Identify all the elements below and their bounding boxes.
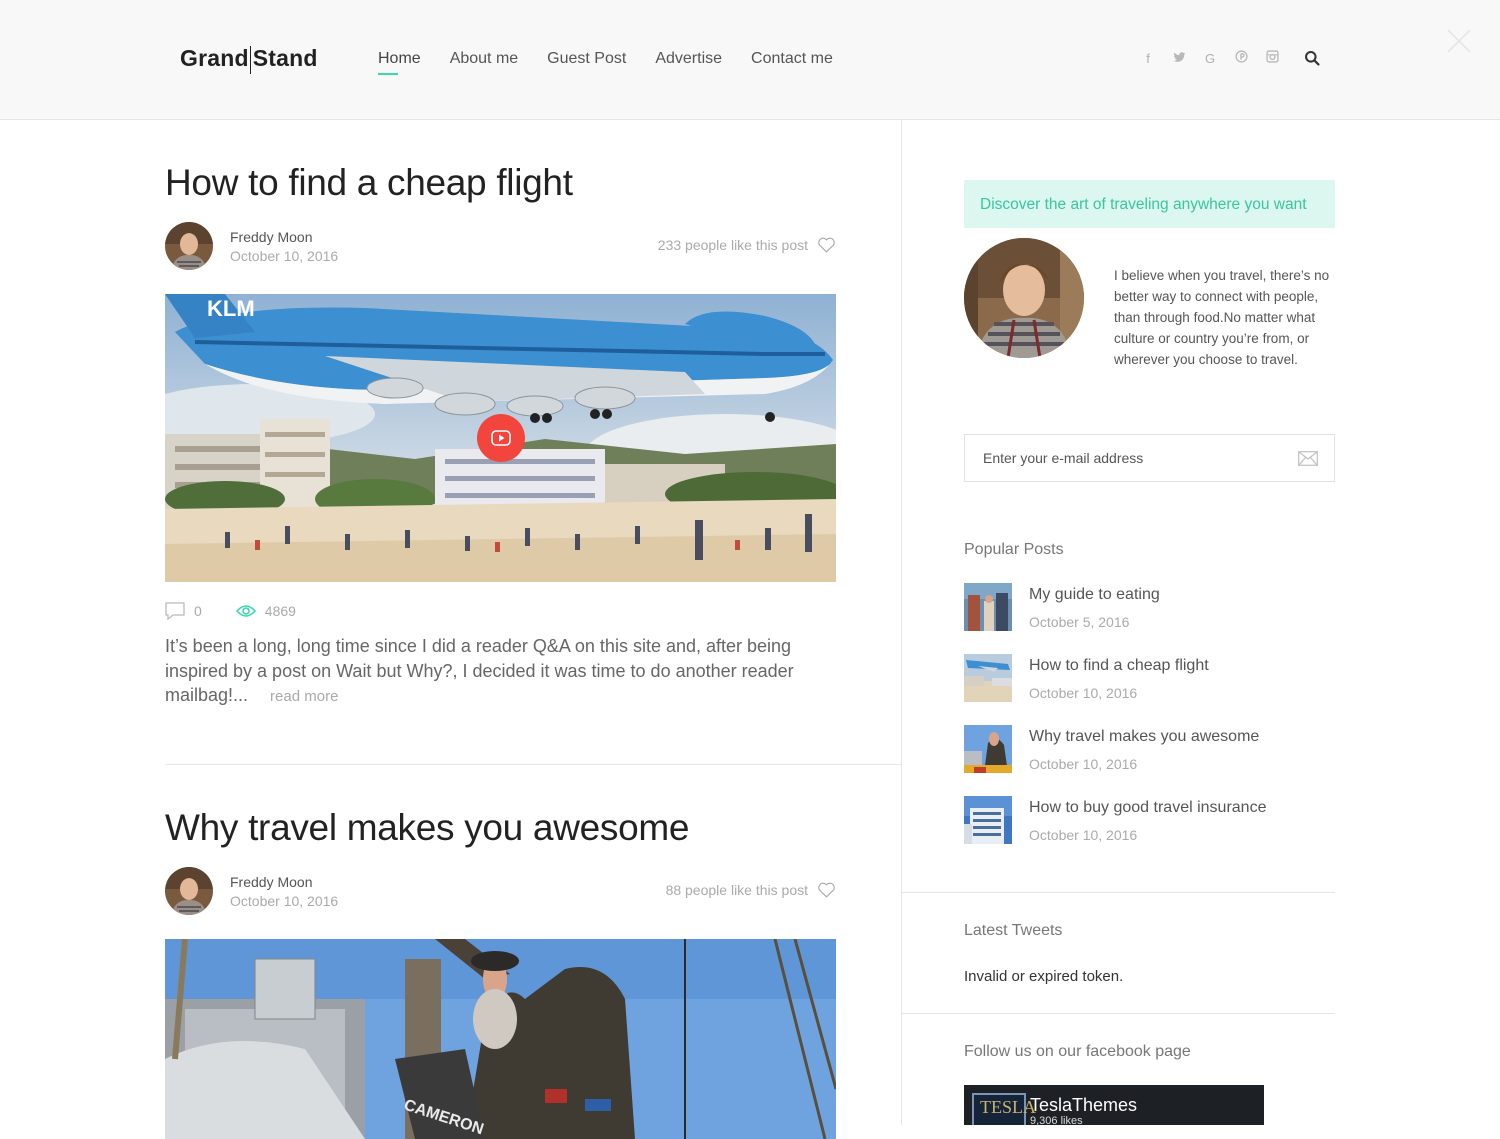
popular-post-date: October 10, 2016: [1029, 756, 1138, 772]
popular-post-date: October 10, 2016: [1029, 827, 1138, 843]
latest-tweets-title: Latest Tweets: [964, 922, 1063, 939]
instagram-icon[interactable]: [1264, 50, 1280, 66]
about-widget: I believe when you travel, there’s no be…: [964, 238, 1335, 408]
post-card: How to find a cheap flight Freddy Moon O…: [165, 162, 836, 710]
pinterest-icon[interactable]: [1233, 50, 1249, 66]
logo-part-1: Grand: [180, 44, 249, 71]
twitter-icon[interactable]: [1171, 51, 1187, 66]
logo-divider: [249, 46, 251, 74]
views-count: 4869: [264, 603, 296, 619]
likes-counter[interactable]: 233 people like this post: [658, 236, 836, 253]
post-date: October 10, 2016: [230, 893, 339, 909]
popular-post-title[interactable]: My guide to eating: [1029, 586, 1160, 604]
post-thumbnail[interactable]: [964, 796, 1012, 844]
search-icon[interactable]: [1304, 50, 1322, 68]
facebook-widget-title: Follow us on our facebook page: [964, 1043, 1191, 1060]
likes-counter[interactable]: 88 people like this post: [666, 881, 836, 898]
facebook-page-logo[interactable]: TESLA: [972, 1093, 1036, 1125]
post-thumbnail[interactable]: [964, 725, 1012, 773]
nav-about-me[interactable]: About me: [450, 50, 518, 76]
sidebar-separator: [902, 892, 1335, 893]
post-meta: Freddy Moon October 10, 2016 233 people …: [165, 222, 836, 270]
post-stats: 0 4869: [165, 602, 836, 620]
popular-post-title[interactable]: How to find a cheap flight: [1029, 657, 1209, 675]
tweets-error-message: Invalid or expired token.: [964, 968, 1124, 985]
post-meta: Freddy Moon October 10, 2016 88 people l…: [165, 867, 836, 915]
popular-post-date: October 5, 2016: [1029, 614, 1130, 630]
social-links: f G: [1140, 50, 1280, 66]
post-thumbnail[interactable]: [964, 654, 1012, 702]
column-divider: [901, 120, 902, 1125]
email-input[interactable]: [983, 450, 1283, 466]
post-image[interactable]: CAMERON: [165, 939, 836, 1139]
site-header: Grand Stand Home About me Guest Post Adve…: [0, 0, 1500, 120]
nav-guest-post[interactable]: Guest Post: [547, 50, 626, 76]
sidebar-separator: [902, 1013, 1335, 1014]
post-card: Why travel makes you awesome Freddy Moon…: [165, 807, 836, 1139]
envelope-icon[interactable]: [1298, 451, 1318, 471]
newsletter-form: [964, 434, 1335, 482]
author-avatar[interactable]: [165, 867, 213, 915]
author-name[interactable]: Freddy Moon: [230, 229, 312, 245]
nav-contact-me[interactable]: Contact me: [751, 50, 833, 76]
facebook-page-name[interactable]: TeslaThemes: [1030, 1095, 1137, 1116]
comments-count: 0: [194, 603, 202, 619]
facebook-icon[interactable]: f: [1140, 51, 1156, 66]
post-separator: [165, 764, 901, 765]
klm-logo: KLM: [207, 296, 255, 321]
nav-advertise[interactable]: Advertise: [655, 50, 722, 76]
popular-post-item[interactable]: My guide to eating October 5, 2016: [964, 583, 1335, 654]
comment-icon: [165, 602, 185, 620]
heart-icon[interactable]: [817, 236, 836, 253]
post-date: October 10, 2016: [230, 248, 339, 264]
google-icon[interactable]: G: [1202, 51, 1218, 66]
play-video-button[interactable]: [477, 414, 525, 462]
popular-post-item[interactable]: How to buy good travel insurance October…: [964, 796, 1335, 867]
logo-part-2: Stand: [252, 44, 318, 71]
close-icon[interactable]: [1446, 28, 1472, 54]
nav-home[interactable]: Home: [378, 50, 421, 76]
likes-text: 88 people like this post: [665, 881, 808, 898]
heart-icon[interactable]: [817, 881, 836, 898]
author-name[interactable]: Freddy Moon: [230, 874, 312, 890]
popular-post-title[interactable]: Why travel makes you awesome: [1029, 728, 1259, 746]
popular-post-item[interactable]: Why travel makes you awesome October 10,…: [964, 725, 1335, 796]
popular-post-date: October 10, 2016: [1029, 685, 1138, 701]
popular-post-title[interactable]: How to buy good travel insurance: [1029, 799, 1266, 817]
post-title[interactable]: How to find a cheap flight: [165, 162, 836, 204]
popular-post-item[interactable]: How to find a cheap flight October 10, 2…: [964, 654, 1335, 725]
post-thumbnail[interactable]: [964, 583, 1012, 631]
author-avatar[interactable]: [165, 222, 213, 270]
facebook-page-widget[interactable]: TESLA TeslaThemes 9,306 likes: [964, 1085, 1264, 1125]
main-nav: Home About me Guest Post Advertise Conta…: [378, 50, 833, 76]
sidebar-banner: Discover the art of traveling anywhere y…: [964, 180, 1335, 228]
read-more-link[interactable]: read more: [270, 688, 338, 705]
about-text: I believe when you travel, there’s no be…: [1114, 268, 1330, 367]
post-excerpt: It’s been a long, long time since I did …: [165, 634, 836, 710]
views-counter: 4869: [235, 603, 296, 619]
eye-icon: [235, 605, 256, 617]
post-title[interactable]: Why travel makes you awesome: [165, 807, 836, 849]
author-photo: [964, 238, 1084, 358]
facebook-page-likes: 9,306 likes: [1030, 1115, 1083, 1125]
site-logo[interactable]: Grand Stand: [180, 44, 318, 74]
likes-text: 233 people like this post: [657, 236, 808, 253]
popular-posts-list: My guide to eating October 5, 2016 How t…: [964, 583, 1335, 867]
popular-posts-title: Popular Posts: [964, 541, 1064, 558]
comments-counter[interactable]: 0: [165, 602, 202, 620]
post-image[interactable]: KLM: [165, 294, 836, 582]
excerpt-text: It’s been a long, long time since I did …: [165, 636, 794, 705]
youtube-icon: [491, 430, 511, 446]
